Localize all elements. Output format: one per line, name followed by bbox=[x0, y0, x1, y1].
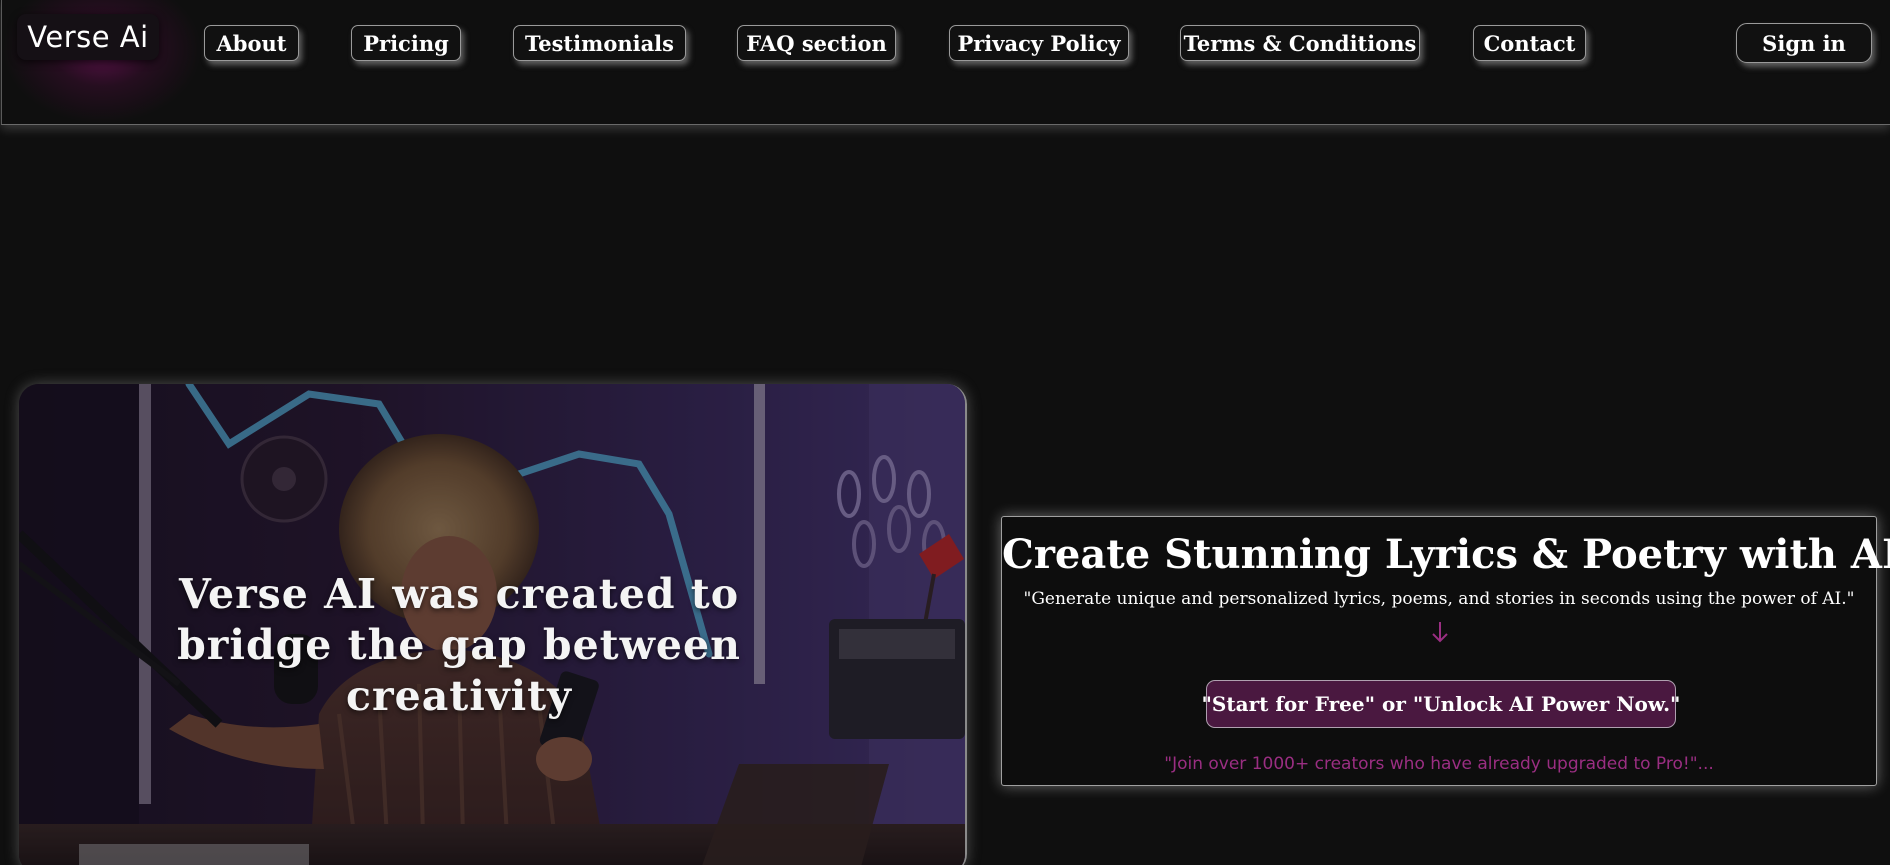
hero-image-card: Verse AI was created to bridge the gap b… bbox=[19, 384, 967, 865]
cta-title: Create Stunning Lyrics & Poetry with AI! bbox=[1002, 531, 1890, 578]
cta-join-text: "Join over 1000+ creators who have alrea… bbox=[1164, 754, 1714, 774]
nav-about-button[interactable]: About bbox=[204, 25, 299, 61]
brand-logo[interactable]: Verse Ai bbox=[17, 14, 159, 60]
cta-subtitle: "Generate unique and personalized lyrics… bbox=[1023, 589, 1855, 609]
nav-contact-button[interactable]: Contact bbox=[1473, 25, 1586, 61]
sign-in-button[interactable]: Sign in bbox=[1736, 23, 1872, 63]
page: Verse Ai About Pricing Testimonials FAQ … bbox=[0, 0, 1890, 865]
nav-pricing-button[interactable]: Pricing bbox=[351, 25, 461, 61]
navbar: Verse Ai About Pricing Testimonials FAQ … bbox=[1, 0, 1890, 125]
nav-privacy-policy-button[interactable]: Privacy Policy bbox=[949, 25, 1129, 61]
nav-testimonials-button[interactable]: Testimonials bbox=[513, 25, 686, 61]
arrow-down-icon bbox=[1432, 622, 1448, 643]
nav-faq-button[interactable]: FAQ section bbox=[737, 25, 896, 61]
cta-panel: Create Stunning Lyrics & Poetry with AI!… bbox=[1001, 516, 1890, 786]
hero-headline: Verse AI was created to bridge the gap b… bbox=[177, 570, 741, 720]
start-free-button[interactable]: "Start for Free" or "Unlock AI Power Now… bbox=[1202, 680, 1680, 728]
nav-terms-button[interactable]: Terms & Conditions bbox=[1180, 25, 1420, 61]
